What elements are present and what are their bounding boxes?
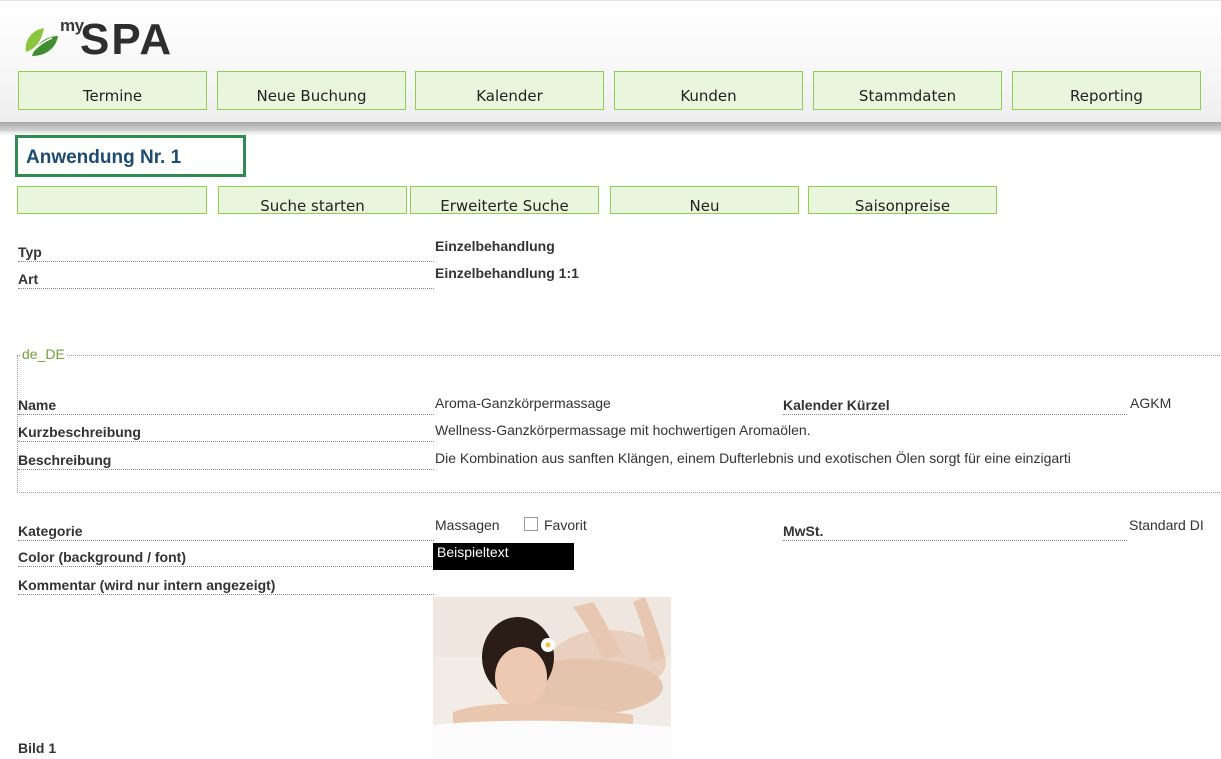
mwst-label: MwSt. [783,520,1127,541]
header-shadow [0,122,1221,136]
kurzbeschreibung-value[interactable]: Wellness-Ganzkörpermassage mit hochwerti… [435,421,811,439]
new-button[interactable]: Neu [610,186,799,215]
logo-spa-text: SPA [80,15,174,64]
favorit-label: Favorit [544,517,587,533]
treatment-photo[interactable] [433,597,671,757]
beschreibung-label: Beschreibung [18,449,434,470]
kurzbeschreibung-label: Kurzbeschreibung [18,421,434,442]
art-label: Art [18,268,434,289]
search-start-button[interactable]: Suche starten [218,186,407,215]
massage-photo-image [433,597,671,757]
kommentar-label: Kommentar (wird nur intern angezeigt) [18,574,434,595]
bild-label: Bild 1 [18,740,57,756]
advanced-search-button[interactable]: Erweiterte Suche [410,186,599,215]
beschreibung-value[interactable]: Die Kombination aus sanften Klängen, ein… [435,449,1071,467]
color-sample[interactable]: Beispieltext [433,543,574,570]
kategorie-value[interactable]: Massagen [435,516,500,534]
search-input[interactable] [17,186,207,214]
page-title: Anwendung Nr. 1 [26,147,182,168]
nav-stammdaten[interactable]: Stammdaten [813,71,1002,110]
typ-label: Typ [18,241,434,262]
kategorie-label: Kategorie [18,520,434,541]
nav-kalender[interactable]: Kalender [415,71,604,110]
mwst-value[interactable]: Standard DI [1129,516,1204,534]
name-label: Name [18,394,434,415]
favorit-checkbox[interactable] [524,517,538,531]
myspa-logo[interactable]: my SPA [22,14,202,66]
kalender-kuerzel-value[interactable]: AGKM [1130,394,1171,412]
locale-legend: de_DE [20,346,67,362]
name-value[interactable]: Aroma-Ganzkörpermassage [435,394,611,412]
nav-reporting[interactable]: Reporting [1012,71,1201,110]
nav-neue-buchung[interactable]: Neue Buchung [217,71,406,110]
nav-kunden[interactable]: Kunden [614,71,803,110]
season-prices-button[interactable]: Saisonpreise [808,186,997,215]
leaf-logo-icon [25,28,58,56]
art-value: Einzelbehandlung 1:1 [435,265,579,281]
color-label: Color (background / font) [18,546,434,567]
typ-value: Einzelbehandlung [435,238,555,254]
page-title-box: Anwendung Nr. 1 [15,135,246,177]
kalender-kuerzel-label: Kalender Kürzel [783,394,1127,415]
nav-termine[interactable]: Termine [18,71,207,110]
